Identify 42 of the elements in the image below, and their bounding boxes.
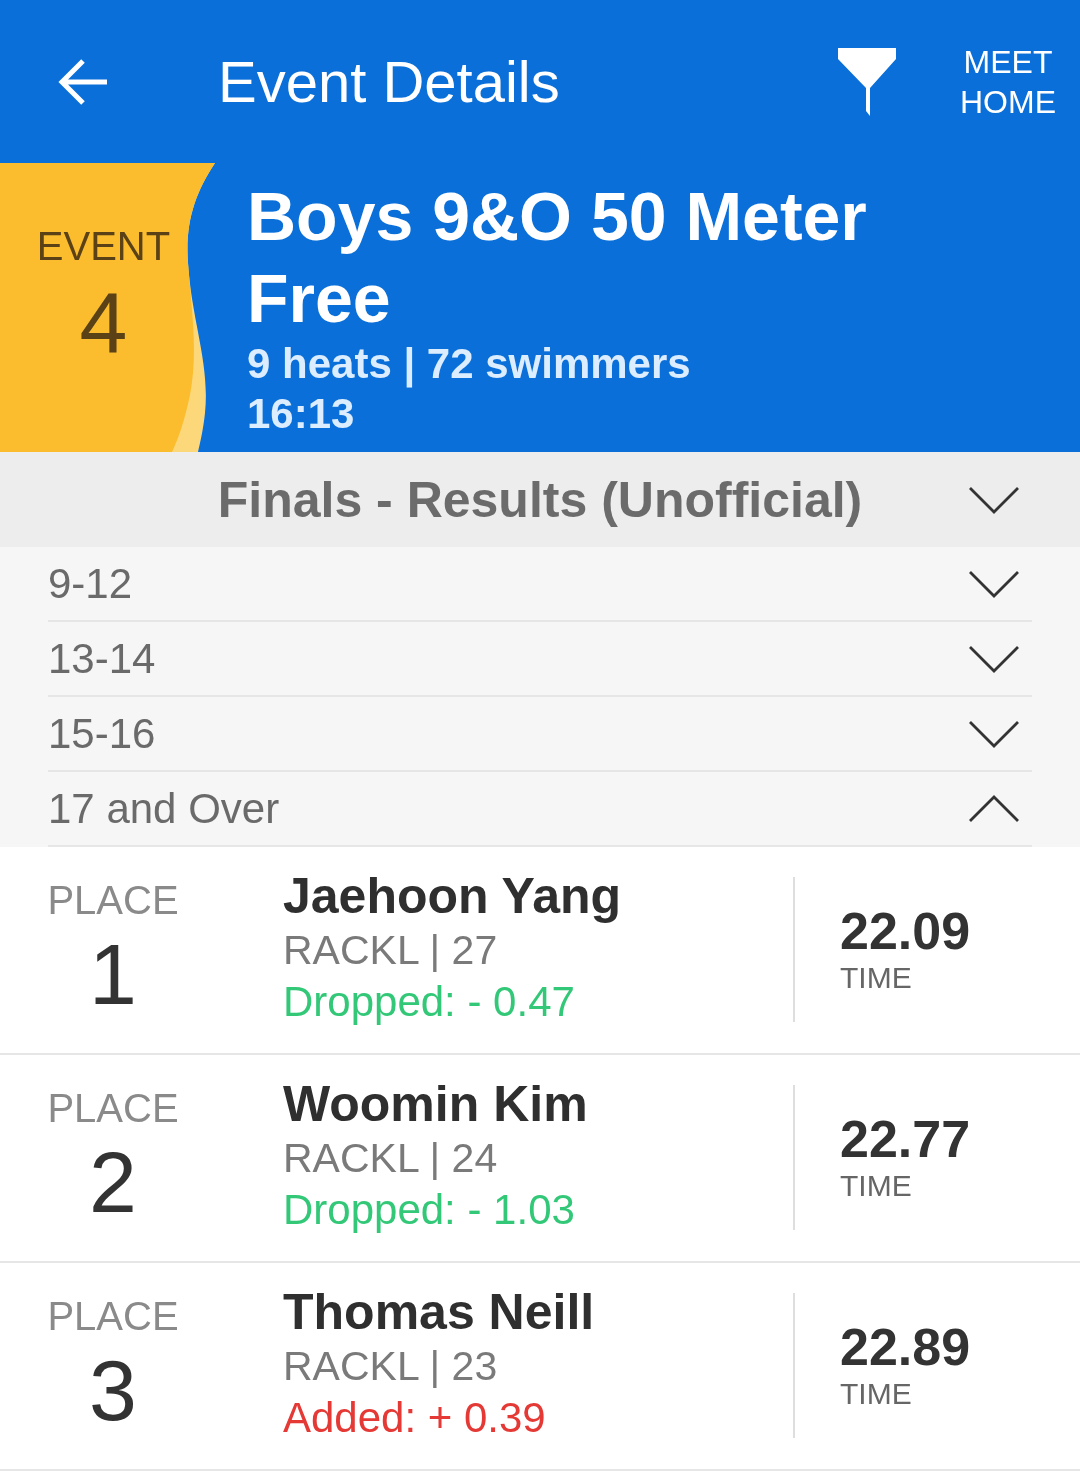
results-section-header[interactable]: Finals - Results (Unofficial) xyxy=(0,452,1080,547)
event-summary: 9 heats | 72 swimmers xyxy=(247,339,692,389)
back-arrow-icon xyxy=(58,57,108,106)
age-group-label: 15-16 xyxy=(48,708,156,759)
time-label: TIME xyxy=(840,960,912,996)
filter-button[interactable] xyxy=(838,47,896,116)
time-label: TIME xyxy=(840,1168,912,1204)
time-value: 22.89 xyxy=(840,1318,971,1376)
back-button[interactable] xyxy=(58,57,108,106)
time-value: 22.77 xyxy=(840,1110,971,1168)
place-number: 2 xyxy=(89,1139,137,1225)
team-age: RACKL | 23 xyxy=(283,1342,498,1391)
time-change: Dropped: - 1.03 xyxy=(283,1185,575,1235)
time-label: TIME xyxy=(840,1376,912,1412)
place-number: 3 xyxy=(89,1347,137,1433)
team-age: RACKL | 24 xyxy=(283,1134,498,1183)
section-title: Finals - Results (Unofficial) xyxy=(217,470,863,530)
place-label: PLACE xyxy=(47,1085,179,1131)
age-group-row[interactable]: 17 and Over xyxy=(0,772,1080,847)
age-group-label: 9-12 xyxy=(48,558,133,609)
swimmer-name: Thomas Neill xyxy=(283,1285,595,1339)
event-title: Boys 9&O 50 Meter Free xyxy=(247,177,868,338)
time-change: Added: + 0.39 xyxy=(283,1393,546,1443)
meet-home-button[interactable]: MEET HOME xyxy=(960,41,1056,122)
team-age: RACKL | 27 xyxy=(283,926,498,975)
age-group-row[interactable]: 9-12 xyxy=(0,547,1080,622)
screen-title: Event Details xyxy=(218,47,561,116)
place-label: PLACE xyxy=(47,1293,179,1339)
event-time: 16:13 xyxy=(247,389,356,439)
filter-icon xyxy=(838,47,896,116)
event-label: EVENT xyxy=(36,223,171,269)
swimmer-name: Jaehoon Yang xyxy=(283,869,622,923)
place-number: 1 xyxy=(89,931,137,1017)
age-group-label: 13-14 xyxy=(48,633,156,684)
age-group-row[interactable]: 13-14 xyxy=(0,622,1080,697)
age-group-row[interactable]: 15-16 xyxy=(0,697,1080,772)
time-value: 22.09 xyxy=(840,902,971,960)
time-change: Dropped: - 0.47 xyxy=(283,977,575,1027)
event-number: 4 xyxy=(79,277,128,367)
place-label: PLACE xyxy=(47,877,179,923)
age-group-label: 17 and Over xyxy=(48,783,280,834)
swimmer-name: Woomin Kim xyxy=(283,1077,588,1131)
